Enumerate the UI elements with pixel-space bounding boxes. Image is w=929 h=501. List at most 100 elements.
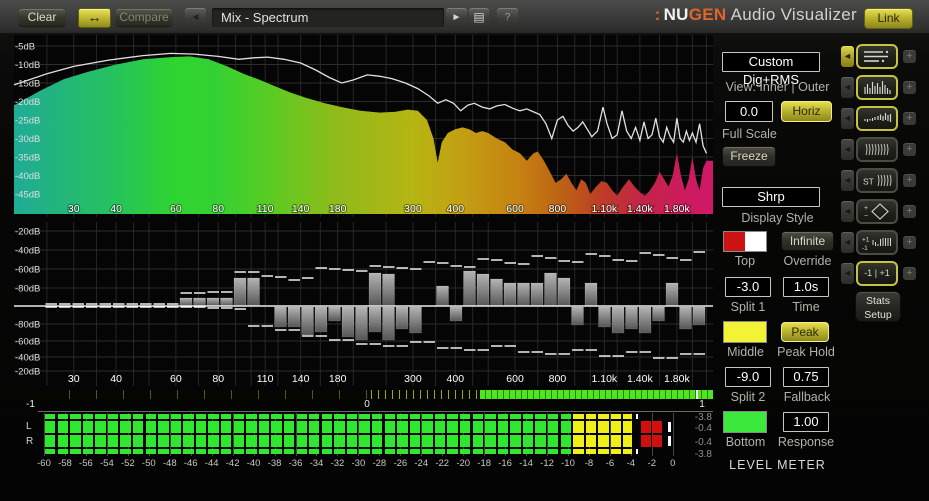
view-label: View: Inner | Outer	[725, 80, 830, 94]
horiz-button[interactable]: Horiz	[781, 101, 832, 122]
bottom-color-swatch[interactable]	[723, 411, 767, 433]
module-add-button[interactable]: +	[903, 112, 916, 125]
meter-segment	[573, 435, 584, 447]
meter-segment	[447, 421, 458, 433]
module-add-button[interactable]: +	[903, 50, 916, 63]
bar-down	[571, 306, 584, 326]
menu-icon[interactable]: ▤	[469, 8, 489, 27]
module-collapse-arrow[interactable]: ◄	[841, 170, 854, 191]
peak-hold-button[interactable]: Peak	[781, 322, 829, 342]
module-collapse-arrow[interactable]: ◄	[841, 263, 854, 284]
meter-segment	[434, 435, 446, 447]
svg-text:600: 600	[506, 203, 524, 215]
meter-segment	[447, 449, 458, 454]
meter-segment	[598, 421, 609, 433]
vectorscope-icon[interactable]: + −	[856, 199, 898, 224]
module-add-button[interactable]: +	[903, 174, 916, 187]
display-style-select[interactable]: Shrp	[722, 187, 820, 207]
meter-segment	[472, 421, 483, 433]
meter-scale: -60 -58 -56 -54 -52 -50 -48 -46 -44 -42 -40 -38 -36-…	[37, 458, 738, 470]
fallback-field[interactable]: 0.75	[783, 367, 829, 387]
module-collapse-arrow[interactable]: ◄	[841, 139, 854, 160]
module-collapse-arrow[interactable]: ◄	[841, 77, 854, 98]
freeze-button[interactable]: Freeze	[722, 146, 776, 167]
meter-segment	[158, 414, 169, 419]
module-add-button[interactable]: +	[903, 81, 916, 94]
meter-segment	[371, 435, 383, 447]
module-add-button[interactable]: +	[903, 205, 916, 218]
bar-down	[301, 306, 314, 336]
full-scale-field[interactable]: 0.0	[725, 101, 773, 122]
meter-history-icon[interactable]	[856, 44, 898, 69]
meter-segment	[208, 435, 219, 447]
preset-select[interactable]: Mix - Spectrum	[212, 8, 444, 27]
stats-setup-button[interactable]: Stats Setup	[855, 291, 901, 322]
meter-segment	[221, 435, 232, 447]
next-preset-icon[interactable]: ►	[446, 8, 467, 27]
svg-text:-15dB: -15dB	[15, 79, 40, 90]
module-collapse-arrow[interactable]: ◄	[841, 201, 854, 222]
spectrum-area	[14, 56, 713, 215]
svg-text:40: 40	[110, 373, 122, 385]
bar-down	[341, 306, 355, 338]
meter-segment	[610, 449, 622, 454]
swap-icon[interactable]: ↔	[78, 8, 111, 28]
split2-field[interactable]: -9.0	[725, 367, 771, 387]
meter-segment	[296, 449, 307, 454]
link-button[interactable]: Link	[864, 8, 913, 29]
meter-segment	[346, 449, 358, 454]
correlation-meter-icon[interactable]: -1 | +1	[856, 261, 898, 286]
meter-segment	[535, 414, 546, 419]
meter-segment	[309, 414, 320, 419]
spectrum-mirror-icon[interactable]	[856, 106, 898, 131]
meter-segment	[321, 414, 333, 419]
meter-segment	[397, 449, 408, 454]
meter-segment	[422, 421, 433, 433]
spectrum-bars-icon[interactable]	[856, 75, 898, 100]
stereo-bars-display: -20dB -40dB -60dB -80dB -80dB -60dB -40dB -20dB…	[14, 222, 713, 390]
meter-segment	[296, 435, 307, 447]
svg-text:300: 300	[404, 203, 422, 215]
meter-red-segment	[641, 421, 652, 433]
module-add-button[interactable]: +	[903, 143, 916, 156]
meter-segment	[371, 449, 383, 454]
help-button[interactable]: ?	[497, 8, 518, 27]
override-button[interactable]: Infinite	[781, 231, 834, 251]
spectrum-display: -5dB -10dB -15dB -20dB -25dB -30dB -35dB -40dB -…	[14, 35, 713, 222]
meter-segment	[434, 414, 446, 419]
meter-segment	[560, 421, 571, 433]
correlation-region	[69, 390, 371, 399]
module-collapse-arrow[interactable]: ◄	[841, 108, 854, 129]
split1-label: Split 1	[730, 300, 766, 314]
module-collapse-arrow[interactable]: ◄	[841, 232, 854, 253]
module-add-button[interactable]: +	[903, 236, 916, 249]
split1-field[interactable]: -3.0	[725, 277, 771, 297]
svg-text:ST: ST	[863, 177, 874, 187]
middle-color-swatch[interactable]	[723, 321, 767, 343]
meter-red-segment	[652, 421, 663, 433]
module-add-button[interactable]: +	[903, 267, 916, 280]
time-field[interactable]: 1.0s	[783, 277, 829, 297]
mode-select[interactable]: Custom Dig+RMS	[722, 52, 820, 87]
meter-segment	[120, 421, 131, 433]
waveform-dense-icon[interactable]	[856, 137, 898, 162]
meter-red-segment	[652, 435, 663, 447]
meter-segment	[460, 449, 471, 454]
svg-text:60: 60	[170, 203, 182, 215]
correlation-history-icon[interactable]: +1 -1	[856, 230, 898, 255]
meter-segment	[510, 421, 521, 433]
meter-segment	[472, 435, 483, 447]
bar-down	[395, 306, 409, 330]
prev-preset-icon[interactable]: ◄	[185, 8, 206, 27]
meter-segment	[271, 421, 282, 433]
clear-button[interactable]: Clear	[19, 9, 65, 26]
waveform-stereo-icon[interactable]: ST	[856, 168, 898, 193]
meter-segment	[460, 414, 471, 419]
response-field[interactable]: 1.00	[783, 412, 829, 432]
meter-segment	[497, 449, 509, 454]
meter-segment	[133, 414, 144, 419]
compare-button[interactable]: Compare	[116, 9, 172, 26]
bar-up	[665, 282, 679, 307]
module-collapse-arrow[interactable]: ◄	[841, 46, 854, 67]
top-color-swatch[interactable]	[723, 231, 767, 252]
